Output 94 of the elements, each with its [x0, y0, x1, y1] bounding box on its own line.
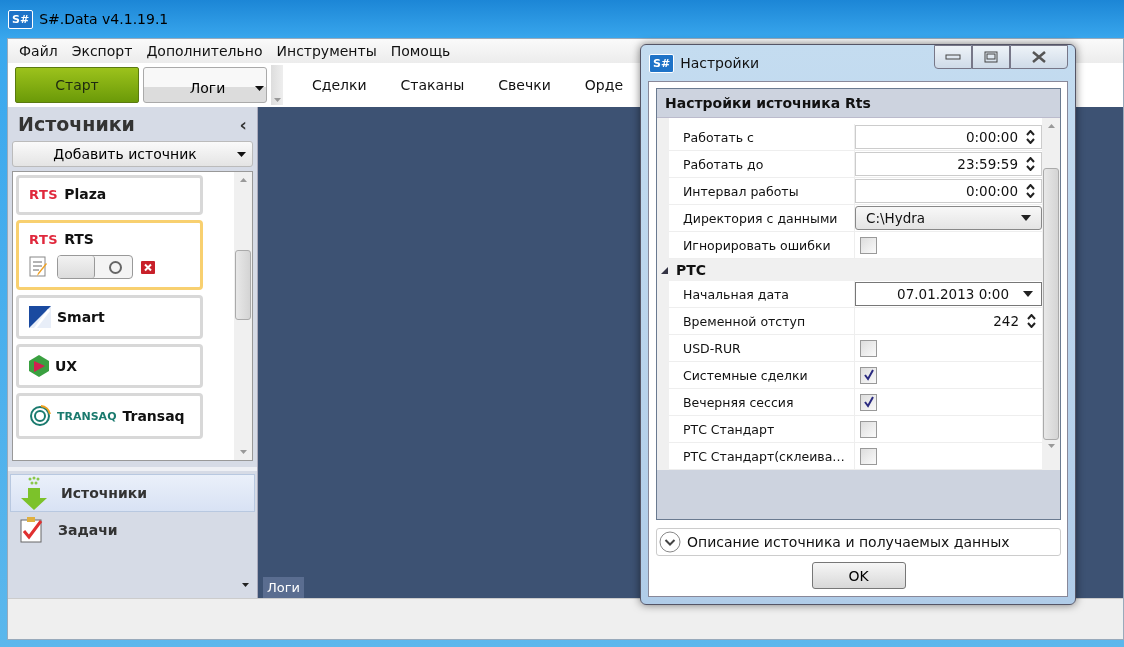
- scroll-thumb[interactable]: [1043, 168, 1059, 440]
- ok-button[interactable]: OK: [811, 562, 906, 589]
- source-name: UX: [55, 358, 78, 374]
- scrollbar[interactable]: [1042, 118, 1060, 470]
- arrow-up-icon: [1047, 124, 1055, 128]
- logs-tab[interactable]: Логи: [263, 577, 304, 598]
- caret-icon: [236, 151, 246, 157]
- tab[interactable]: Свечки: [481, 77, 568, 93]
- delete-icon: [141, 260, 155, 274]
- property-label: Работать до: [669, 151, 855, 177]
- checkbox[interactable]: [860, 393, 877, 411]
- dialog-title: Настройки: [680, 55, 760, 71]
- nav-item[interactable]: Задачи: [10, 512, 255, 548]
- close-icon: [1031, 51, 1047, 63]
- source-card[interactable]: TRANSAQ Transaq: [16, 393, 203, 439]
- property-label: РТС Стандарт(склеива…: [669, 443, 855, 469]
- source-logo: TRANSAQ: [57, 409, 117, 423]
- caret-icon: [242, 583, 249, 587]
- source-card[interactable]: UX: [16, 344, 203, 388]
- date-dropdown[interactable]: 07.01.2013 0:00: [855, 282, 1042, 306]
- maximize-icon: [984, 51, 998, 63]
- nav-item[interactable]: Источники: [10, 474, 255, 512]
- caret-icon: [1023, 291, 1033, 297]
- menu-item[interactable]: Дополнительно: [139, 43, 270, 59]
- toggle-switch[interactable]: [57, 255, 133, 279]
- source-card[interactable]: RTS Plaza: [16, 175, 203, 215]
- menu-item[interactable]: Экспорт: [64, 43, 140, 59]
- clipboard-check-icon: [20, 517, 44, 543]
- close-button[interactable]: [1010, 45, 1068, 69]
- spin-arrows-icon: [1026, 184, 1035, 198]
- sidebar-title: Источники: [18, 113, 135, 135]
- source-card[interactable]: RTS RTS: [16, 220, 203, 290]
- folder-dropdown[interactable]: C:\Hydra: [855, 206, 1042, 230]
- checkbox[interactable]: [860, 447, 877, 465]
- arrow-down-icon: [239, 450, 247, 454]
- menu-item[interactable]: Инструменты: [269, 43, 384, 59]
- app-logo: S#: [8, 9, 34, 29]
- toolbar-grip[interactable]: [271, 65, 283, 105]
- tab[interactable]: Сделки: [295, 77, 384, 93]
- window-title: S#.Data v4.1.19.1: [39, 11, 169, 27]
- rings-icon: [29, 404, 51, 428]
- checkmark-icon: [862, 396, 875, 408]
- property-label: Работать с: [669, 124, 855, 150]
- edit-icon: [29, 256, 49, 278]
- spin-arrows-icon: [1026, 157, 1035, 171]
- diagonal-logo-icon: [29, 306, 51, 328]
- property-label: Временной отступ: [669, 308, 855, 334]
- source-name: Plaza: [64, 186, 107, 202]
- spin-arrows-icon: [1026, 130, 1035, 144]
- checkbox[interactable]: [860, 420, 877, 438]
- hexagon-logo-icon: [29, 355, 49, 377]
- source-card[interactable]: Smart: [16, 295, 203, 339]
- caret-icon: [1021, 215, 1031, 221]
- start-button[interactable]: Старт: [15, 67, 139, 103]
- arrow-down-icon: [1047, 444, 1055, 448]
- collapse-button[interactable]: ‹: [239, 113, 247, 135]
- property-label: РТС Стандарт: [669, 416, 855, 442]
- spin-arrows-icon: [1027, 314, 1036, 328]
- chevron-circle-icon: [659, 531, 681, 553]
- menu-item[interactable]: Файл: [12, 43, 65, 59]
- property-label: Системные сделки: [669, 362, 855, 388]
- expanded-triangle-icon: [661, 266, 668, 274]
- source-logo: RTS: [29, 186, 59, 202]
- logs-dropdown[interactable]: Логи: [143, 67, 267, 103]
- scroll-thumb[interactable]: [235, 250, 251, 320]
- property-label: Вечерняя сессия: [669, 389, 855, 415]
- checkbox[interactable]: [860, 236, 877, 254]
- property-label: USD-RUR: [669, 335, 855, 361]
- arrow-up-icon: [239, 178, 247, 182]
- scrollbar[interactable]: [234, 172, 252, 460]
- maximize-button[interactable]: [972, 45, 1010, 69]
- tab[interactable]: Стаканы: [383, 77, 482, 93]
- source-name: Smart: [57, 309, 105, 325]
- description-expander[interactable]: Описание источника и получаемых данных: [656, 528, 1061, 556]
- property-label: Интервал работы: [669, 178, 855, 204]
- source-name: Transaq: [122, 408, 185, 424]
- number-spin-field[interactable]: 242: [855, 309, 1042, 333]
- property-label: Начальная дата: [669, 281, 855, 307]
- dialog-logo: S#: [649, 53, 675, 73]
- checkbox[interactable]: [860, 339, 877, 357]
- down-arrow-icon: [21, 476, 47, 510]
- time-spin-field[interactable]: 0:00:00: [855, 179, 1042, 203]
- checkmark-icon: [862, 369, 875, 381]
- time-spin-field[interactable]: 23:59:59: [855, 152, 1042, 176]
- add-source-dropdown[interactable]: Добавить источник: [12, 141, 253, 167]
- tab[interactable]: Орде: [567, 77, 623, 93]
- time-spin-field[interactable]: 0:00:00: [855, 125, 1042, 149]
- minimize-icon: [945, 54, 961, 60]
- checkbox[interactable]: [860, 366, 877, 384]
- menu-item[interactable]: Помощь: [383, 43, 458, 59]
- minimize-button[interactable]: [934, 45, 972, 69]
- source-name: RTS: [64, 231, 94, 247]
- property-label: Игнорировать ошибки: [669, 232, 855, 258]
- source-logo: RTS: [29, 231, 59, 247]
